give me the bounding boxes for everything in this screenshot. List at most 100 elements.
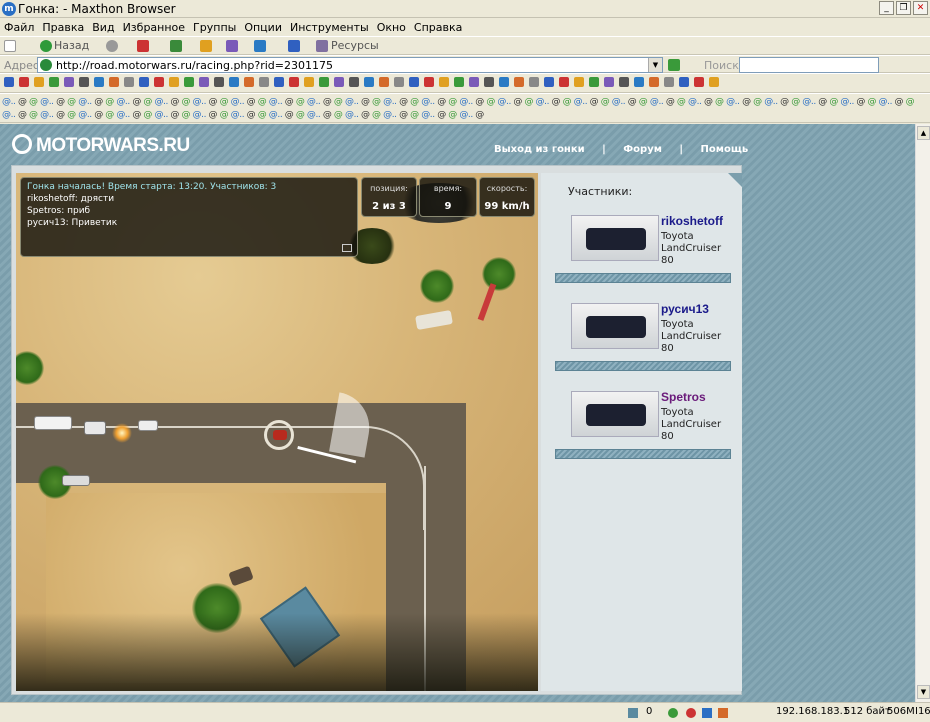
plugin-icon[interactable]: [94, 77, 104, 87]
address-url[interactable]: http://road.motorwars.ru/racing.php?rid=…: [56, 59, 333, 72]
favorite-link-icon[interactable]: @: [666, 97, 677, 107]
plugin-icon[interactable]: [364, 77, 374, 87]
favorites-icon[interactable]: [254, 40, 266, 52]
plugin-icon[interactable]: [694, 77, 704, 87]
favorite-link-icon[interactable]: @: [143, 110, 154, 120]
favorite-link-icon[interactable]: @: [94, 97, 105, 107]
plugin-icon[interactable]: [49, 77, 59, 87]
menu-edit[interactable]: Правка: [38, 19, 88, 34]
favorite-link-icon[interactable]: @: [132, 110, 143, 120]
plugin-icon[interactable]: [514, 77, 524, 87]
favorite-link-icon[interactable]: @: [67, 97, 78, 107]
favorite-link-icon[interactable]: @: [437, 97, 448, 107]
favorite-link-icon[interactable]: @..: [421, 97, 437, 107]
vertical-scrollbar[interactable]: ▲ ▼: [915, 124, 930, 702]
plugin-icon[interactable]: [319, 77, 329, 87]
favorite-link-icon[interactable]: @: [475, 110, 484, 120]
plugin-icon[interactable]: [184, 77, 194, 87]
status-orange-icon[interactable]: [718, 708, 728, 718]
favorite-link-icon[interactable]: @: [296, 110, 307, 120]
favorite-link-icon[interactable]: @: [677, 97, 688, 107]
menu-window[interactable]: Окно: [373, 19, 410, 34]
popup-blocker-icon[interactable]: [628, 708, 638, 718]
nav-forum[interactable]: Форум: [623, 144, 662, 155]
favorite-link-icon[interactable]: @..: [78, 97, 94, 107]
favorite-link-icon[interactable]: @..: [840, 97, 856, 107]
favorite-link-icon[interactable]: @..: [116, 97, 132, 107]
favorite-link-icon[interactable]: @..: [383, 110, 399, 120]
favorite-link-icon[interactable]: @: [334, 97, 345, 107]
favorite-link-icon[interactable]: @: [818, 97, 829, 107]
favorite-link-icon[interactable]: @: [639, 97, 650, 107]
favorite-link-icon[interactable]: @: [170, 110, 181, 120]
favorite-link-icon[interactable]: @: [56, 110, 67, 120]
resources-icon[interactable]: [316, 40, 328, 52]
favorite-link-icon[interactable]: @: [181, 97, 192, 107]
favorite-link-icon[interactable]: @: [258, 110, 269, 120]
new-page-icon[interactable]: [4, 40, 16, 52]
stop-icon[interactable]: [137, 40, 149, 52]
favorite-link-icon[interactable]: @..: [650, 97, 666, 107]
menu-options[interactable]: Опции: [240, 19, 286, 34]
plugin-icon[interactable]: [484, 77, 494, 87]
favorite-link-icon[interactable]: @: [410, 97, 421, 107]
plugin-icon[interactable]: [454, 77, 464, 87]
favorite-link-icon[interactable]: @: [29, 97, 40, 107]
menu-tools[interactable]: Инструменты: [286, 19, 373, 34]
favorite-link-icon[interactable]: @: [753, 97, 764, 107]
plugin-icon[interactable]: [604, 77, 614, 87]
favorite-link-icon[interactable]: @..: [688, 97, 704, 107]
scroll-down-icon[interactable]: ▼: [917, 685, 930, 699]
favorite-link-icon[interactable]: @..: [269, 97, 285, 107]
plugin-icon[interactable]: [679, 77, 689, 87]
plugin-icon[interactable]: [499, 77, 509, 87]
plugin-icon[interactable]: [64, 77, 74, 87]
favorite-link-icon[interactable]: @: [105, 97, 116, 107]
favorite-link-icon[interactable]: @: [18, 110, 29, 120]
plugin-icon[interactable]: [439, 77, 449, 87]
favorite-link-icon[interactable]: @: [486, 97, 497, 107]
plugin-icon[interactable]: [634, 77, 644, 87]
favorite-link-icon[interactable]: @..: [421, 110, 437, 120]
favorite-link-icon[interactable]: @: [867, 97, 878, 107]
plugin-icon[interactable]: [19, 77, 29, 87]
favorite-link-icon[interactable]: @..: [78, 110, 94, 120]
favorite-link-icon[interactable]: @..: [383, 97, 399, 107]
address-dropdown-icon[interactable]: ▼: [648, 58, 662, 72]
favorite-link-icon[interactable]: @: [475, 97, 486, 107]
plugin-icon[interactable]: [34, 77, 44, 87]
plugin-icon[interactable]: [589, 77, 599, 87]
menu-favorites[interactable]: Избранное: [119, 19, 189, 34]
favorite-link-icon[interactable]: @: [209, 97, 220, 107]
favorite-link-icon[interactable]: @..: [40, 110, 56, 120]
favorite-link-icon[interactable]: @..: [764, 97, 780, 107]
favorite-link-icon[interactable]: @: [132, 97, 143, 107]
plugin-icon[interactable]: [544, 77, 554, 87]
address-input[interactable]: http://road.motorwars.ru/racing.php?rid=…: [37, 57, 663, 73]
menu-view[interactable]: Вид: [88, 19, 118, 34]
favorite-link-icon[interactable]: @..: [345, 97, 361, 107]
plugin-icon[interactable]: [4, 77, 14, 87]
favorite-link-icon[interactable]: @..: [307, 97, 323, 107]
favorite-link-icon[interactable]: @: [361, 110, 372, 120]
favorite-link-icon[interactable]: @: [742, 97, 753, 107]
back-arrow-icon[interactable]: [40, 40, 52, 52]
favorite-link-icon[interactable]: @: [361, 97, 372, 107]
favorite-link-icon[interactable]: @..: [879, 97, 895, 107]
groups-icon[interactable]: [226, 40, 238, 52]
resources-button[interactable]: Ресурсы: [331, 39, 379, 52]
favorite-link-icon[interactable]: @: [704, 97, 715, 107]
favorite-link-icon[interactable]: @: [181, 110, 192, 120]
plugin-icon[interactable]: [379, 77, 389, 87]
favorite-link-icon[interactable]: @: [590, 97, 601, 107]
favorite-link-icon[interactable]: @..: [231, 110, 247, 120]
plugin-icon[interactable]: [229, 77, 239, 87]
menu-help[interactable]: Справка: [410, 19, 466, 34]
undo-icon[interactable]: [288, 40, 300, 52]
plugin-icon[interactable]: [349, 77, 359, 87]
favorite-link-icon[interactable]: @..: [2, 97, 18, 107]
forward-icon[interactable]: [106, 40, 118, 52]
favorite-link-icon[interactable]: @: [563, 97, 574, 107]
favorite-link-icon[interactable]: @: [105, 110, 116, 120]
favorite-link-icon[interactable]: @..: [459, 110, 475, 120]
